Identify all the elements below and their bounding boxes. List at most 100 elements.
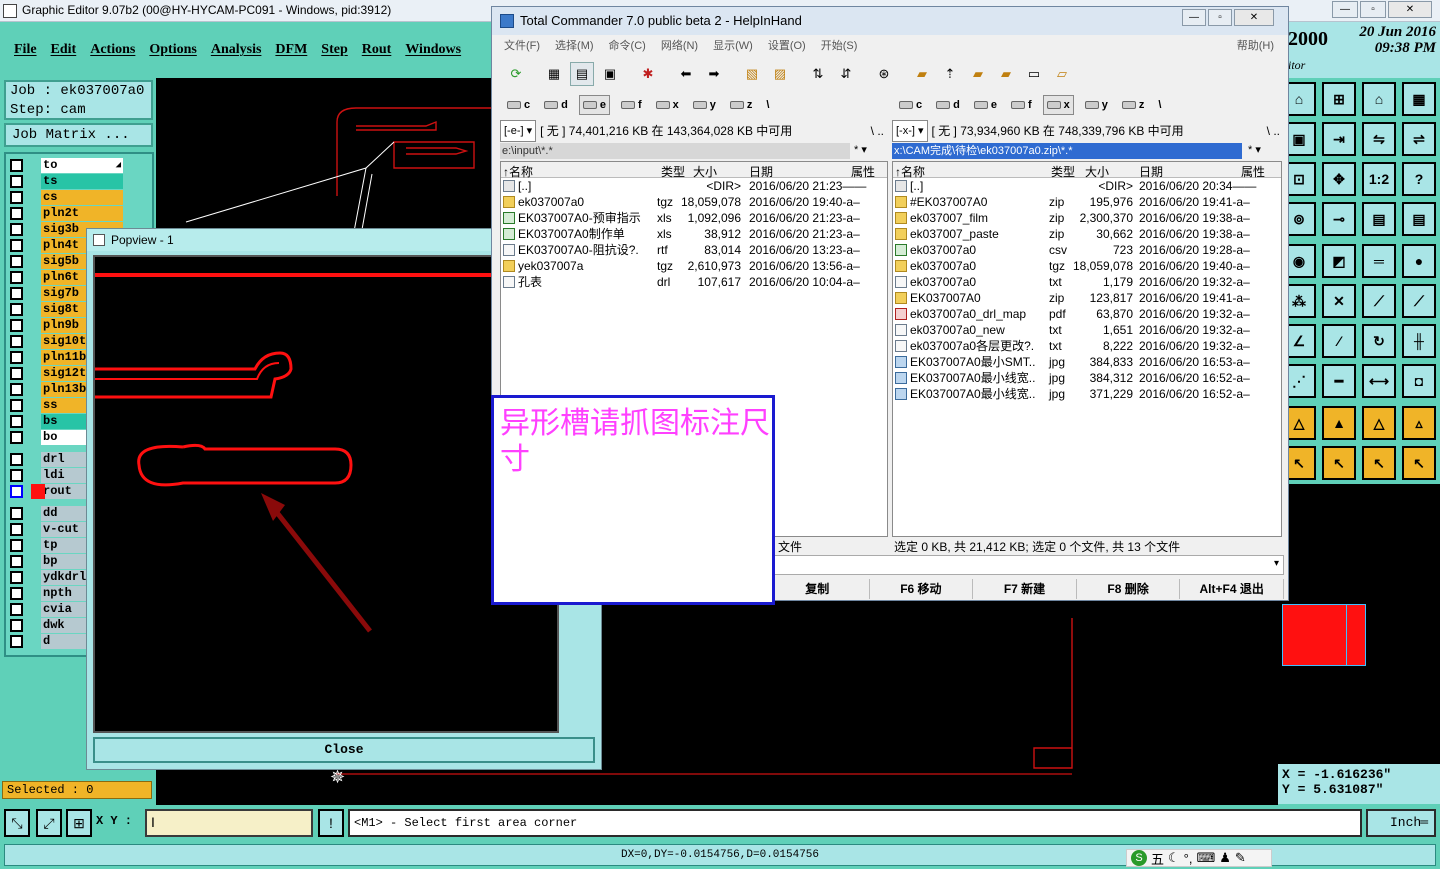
tc-menu-commands[interactable]: 命令(C) <box>609 37 646 55</box>
dimension-icon[interactable]: ⟷ <box>1362 364 1396 398</box>
measure-icon[interactable]: ⊸ <box>1322 202 1356 236</box>
file-row[interactable]: [..] <DIR> 2016/06/20 20:34—— <box>893 178 1281 194</box>
fkey-copy[interactable]: 复制 <box>766 579 870 599</box>
file-row[interactable]: EK037007A0最小SMT.. jpg 384,833 2016/06/20 16… <box>893 354 1281 370</box>
right-history-icon[interactable]: * ▾ <box>1248 143 1261 156</box>
layer-checkbox[interactable] <box>10 351 23 364</box>
snap-icon[interactable]: ⇌ <box>1402 122 1436 156</box>
tc-menu-start[interactable]: 开始(S) <box>821 37 858 55</box>
overview-view-rect[interactable] <box>1282 604 1366 666</box>
layer-red2-icon[interactable]: ▤ <box>1402 202 1436 236</box>
url-icon[interactable]: ⇵ <box>834 62 858 86</box>
layer-checkbox[interactable] <box>10 619 23 632</box>
left-root-nav[interactable]: \ .. <box>871 121 884 141</box>
right-root-nav[interactable]: \ .. <box>1267 121 1280 141</box>
layer-name[interactable]: cs <box>41 190 123 205</box>
notepad-icon[interactable]: ▭ <box>1022 62 1046 86</box>
grid-icon[interactable]: ⊞ <box>66 809 92 837</box>
right-drive-x[interactable]: x <box>1042 95 1074 115</box>
file-row[interactable]: ek037007a0_drl_map pdf 63,870 2016/06/20 19… <box>893 306 1281 322</box>
layer-checkbox[interactable] <box>10 207 23 220</box>
back-icon[interactable]: ⬅ <box>674 62 698 86</box>
tc-menu-help[interactable]: 帮助(H) <box>1237 37 1274 55</box>
layer-checkbox[interactable] <box>10 367 23 380</box>
fkey-move[interactable]: F6 移动 <box>870 579 974 599</box>
moon-icon[interactable]: ☾ <box>1168 850 1180 866</box>
menu-rout[interactable]: Rout <box>362 42 392 58</box>
file-row[interactable]: EK037007A0最小线宽.. jpg 384,312 2016/06/20 16:… <box>893 370 1281 386</box>
right-drive-c[interactable]: c <box>896 95 925 115</box>
open-folder-icon[interactable]: ▱ <box>1050 62 1074 86</box>
left-drive-x[interactable]: x <box>653 95 682 115</box>
right-drive-f[interactable]: f <box>1008 95 1035 115</box>
move-icon[interactable]: ⇥ <box>1322 122 1356 156</box>
layer-checkbox[interactable] <box>10 587 23 600</box>
fkey-delete[interactable]: F8 删除 <box>1077 579 1181 599</box>
maximize-button[interactable]: ▫ <box>1360 1 1386 18</box>
layer-checkbox[interactable] <box>10 303 23 316</box>
left-drive-e[interactable]: e <box>578 95 610 115</box>
right-drive-d[interactable]: d <box>933 95 963 115</box>
file-row[interactable]: ek037007a0各层更改?. txt 8,222 2016/06/20 19:32… <box>893 338 1281 354</box>
layer-name[interactable]: to ◢ <box>41 158 123 173</box>
left-drive-d[interactable]: d <box>541 95 571 115</box>
ruler-icon[interactable]: ═ <box>1362 244 1396 278</box>
right-drive-root[interactable]: \ <box>1155 95 1164 115</box>
layer-name[interactable]: ts <box>41 174 123 189</box>
alert-icon[interactable]: ! <box>318 809 344 837</box>
layer-row[interactable]: cs <box>10 190 128 205</box>
layer-checkbox[interactable] <box>10 453 23 466</box>
layer-checkbox[interactable] <box>10 603 23 616</box>
layer-checkbox[interactable] <box>10 555 23 568</box>
tc-minimize-button[interactable]: — <box>1182 9 1206 26</box>
popview-canvas[interactable] <box>93 255 559 733</box>
file-row[interactable]: EK037007A0最小线宽.. jpg 371,229 2016/06/20 16:… <box>893 386 1281 402</box>
file-row[interactable]: #EK037007A0 zip 195,976 2016/06/20 19:41-a– <box>893 194 1281 210</box>
tc-menu-network[interactable]: 网络(N) <box>661 37 698 55</box>
unpack-icon[interactable]: ▨ <box>768 62 792 86</box>
left-drive-c[interactable]: c <box>504 95 533 115</box>
layer-checkbox[interactable] <box>10 469 23 482</box>
file-row[interactable]: EK037007A0-预审指示 xls 1,092,096 2016/06/20 21… <box>501 210 887 226</box>
color-icon[interactable]: ◩ <box>1322 244 1356 278</box>
layer-checkbox[interactable] <box>10 539 23 552</box>
arc-icon[interactable]: ↻ <box>1362 324 1396 358</box>
layer-checkbox[interactable] <box>10 523 23 536</box>
tc-menu-config[interactable]: 设置(O) <box>768 37 806 55</box>
layer-checkbox[interactable] <box>10 383 23 396</box>
new-folder-icon[interactable]: ▰ <box>966 62 990 86</box>
layer-checkbox[interactable] <box>10 415 23 428</box>
select-arrow3-icon[interactable]: ↖ <box>1362 446 1396 480</box>
left-drive-root[interactable]: \ <box>763 95 772 115</box>
zoom-line-icon[interactable]: ⤢ <box>36 809 62 837</box>
tc-close-button[interactable]: ✕ <box>1234 9 1274 26</box>
pan-icon[interactable]: ✥ <box>1322 162 1356 196</box>
invert-selection-icon[interactable]: ✱ <box>636 62 660 86</box>
scale-icon[interactable]: 1:2 <box>1362 162 1396 196</box>
command-history-icon[interactable]: ▾ <box>1274 558 1279 569</box>
layer-checkbox[interactable] <box>10 431 23 444</box>
left-drive-y[interactable]: y <box>690 95 719 115</box>
file-row[interactable]: 孔表 drl 107,617 2016/06/20 10:04-a– <box>501 274 887 290</box>
layer-checkbox[interactable] <box>10 191 23 204</box>
layer-checkbox[interactable] <box>10 175 23 188</box>
layer-checkbox[interactable] <box>10 399 23 412</box>
layer-checkbox[interactable] <box>10 223 23 236</box>
job-matrix-button[interactable]: Job Matrix ... <box>4 123 153 147</box>
select-arrow4-icon[interactable]: ↖ <box>1402 446 1436 480</box>
folder-icon[interactable]: ▰ <box>910 62 934 86</box>
file-row[interactable]: ek037007_film zip 2,300,370 2016/06/20 19:3… <box>893 210 1281 226</box>
tc-menu-show[interactable]: 显示(W) <box>713 37 753 55</box>
layer-checkbox[interactable] <box>10 485 23 498</box>
tc-menu-file[interactable]: 文件(F) <box>504 37 540 55</box>
menu-dfm[interactable]: DFM <box>275 42 307 58</box>
full-view-icon[interactable]: ▤ <box>570 62 594 86</box>
menu-step[interactable]: Step <box>321 42 347 58</box>
triangle2-icon[interactable]: ▲ <box>1322 406 1356 440</box>
file-row[interactable]: ek037007a0 tgz 18,059,078 2016/06/20 19:40-… <box>893 258 1281 274</box>
select-arrow2-icon[interactable]: ↖ <box>1322 446 1356 480</box>
keyboard-icon[interactable]: ⌨ <box>1196 850 1215 866</box>
diagonal-icon[interactable]: ⁄ <box>1322 324 1356 358</box>
menu-windows[interactable]: Windows <box>405 42 461 58</box>
minimize-button[interactable]: — <box>1332 1 1358 18</box>
